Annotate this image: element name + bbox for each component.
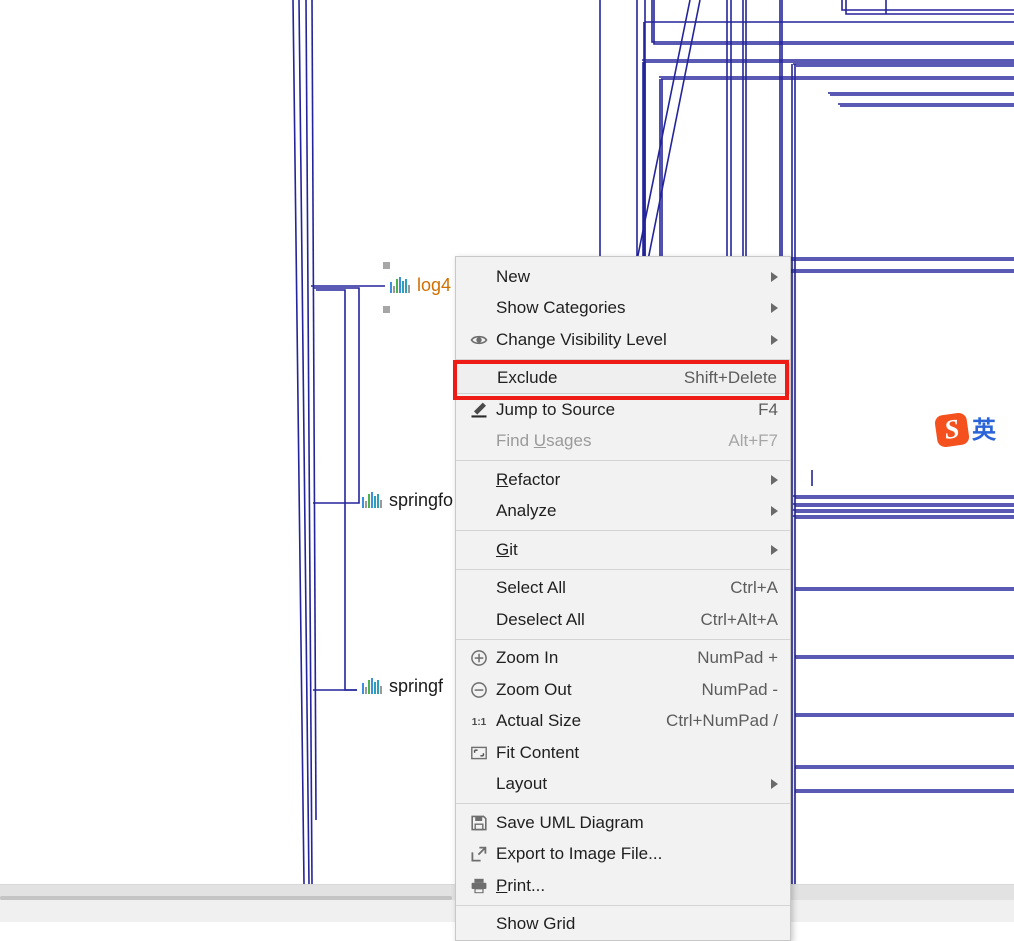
- menu-item-show-grid[interactable]: Show Grid: [456, 909, 790, 941]
- pencil-icon: [470, 401, 492, 419]
- menu-item-label: Print...: [496, 875, 546, 895]
- actual-size-icon: 1:1: [470, 712, 492, 730]
- zoom-in-icon: [470, 649, 492, 667]
- menu-item-shortcut: Ctrl+A: [730, 578, 778, 598]
- selection-handle[interactable]: [383, 262, 390, 269]
- menu-item-select-all[interactable]: Select All Ctrl+A: [456, 573, 790, 605]
- export-icon: [470, 845, 492, 863]
- diagram-node-label: log4: [417, 275, 452, 295]
- menu-item-label: Jump to Source: [496, 399, 616, 419]
- diagram-node-log4[interactable]: log4: [390, 276, 451, 294]
- menu-item-shortcut: Ctrl+NumPad /: [666, 711, 778, 731]
- menu-item-zoom-out[interactable]: Zoom Out NumPad -: [456, 674, 790, 706]
- menu-item-new[interactable]: New: [456, 261, 790, 293]
- module-bars-icon: [362, 678, 382, 694]
- menu-item-label: Actual Size: [496, 711, 582, 731]
- menu-item-show-categories[interactable]: Show Categories: [456, 293, 790, 325]
- menu-separator: [456, 460, 790, 461]
- menu-item-deselect-all[interactable]: Deselect All Ctrl+Alt+A: [456, 604, 790, 636]
- menu-item-layout[interactable]: Layout: [456, 769, 790, 801]
- menu-item-label: Exclude: [497, 368, 558, 388]
- menu-item-label: Save UML Diagram: [496, 812, 644, 832]
- diagram-node-label: springf: [389, 676, 444, 696]
- menu-item-export-to-image-file[interactable]: Export to Image File...: [456, 839, 790, 871]
- menu-item-actual-size[interactable]: 1:1 Actual Size Ctrl+NumPad /: [456, 706, 790, 738]
- menu-separator: [456, 638, 790, 640]
- menu-separator: [456, 358, 790, 360]
- menu-item-label: Fit Content: [496, 742, 580, 762]
- menu-item-zoom-in[interactable]: Zoom In NumPad +: [456, 643, 790, 675]
- submenu-arrow-icon: [771, 303, 778, 314]
- menu-separator: [456, 904, 790, 906]
- menu-item-shortcut: F4: [758, 399, 778, 419]
- menu-separator: [456, 530, 790, 531]
- selection-handle[interactable]: [383, 306, 390, 313]
- menu-item-label: Show Categories: [496, 298, 626, 318]
- menu-item-print[interactable]: Print...: [456, 870, 790, 902]
- ime-mode-label[interactable]: 英: [972, 415, 996, 445]
- menu-item-label: Find Usages: [496, 431, 592, 451]
- sogou-logo-icon: S: [933, 411, 971, 449]
- submenu-arrow-icon: [771, 544, 778, 555]
- module-bars-icon: [390, 277, 410, 293]
- diagram-node-springf[interactable]: springf: [362, 677, 443, 695]
- menu-item-label: Zoom In: [496, 648, 559, 668]
- menu-item-change-visibility-level[interactable]: Change Visibility Level: [456, 324, 790, 356]
- module-bars-icon: [362, 492, 382, 508]
- menu-item-label: Show Grid: [496, 914, 576, 934]
- menu-separator: [456, 803, 790, 804]
- svg-text:1:1: 1:1: [472, 717, 487, 728]
- diagram-node-springfo[interactable]: springfo: [362, 491, 453, 509]
- submenu-arrow-icon: [771, 779, 778, 790]
- menu-item-refactor[interactable]: Refactor: [456, 464, 790, 496]
- menu-item-label: Zoom Out: [496, 679, 572, 699]
- menu-item-label: New: [496, 266, 531, 286]
- menu-item-label: Deselect All: [496, 609, 585, 629]
- menu-item-save-uml-diagram[interactable]: Save UML Diagram: [456, 807, 790, 839]
- menu-item-label: Export to Image File...: [496, 844, 663, 864]
- submenu-arrow-icon: [771, 271, 778, 282]
- zoom-out-icon: [470, 681, 492, 699]
- menu-item-label: Layout: [496, 774, 548, 794]
- menu-item-jump-to-source[interactable]: Jump to Source F4: [456, 394, 790, 426]
- ime-indicator[interactable]: S 英: [933, 411, 996, 449]
- eye-icon: [470, 331, 492, 349]
- menu-item-label: Analyze: [496, 501, 557, 521]
- menu-item-label: Refactor: [496, 469, 561, 489]
- save-icon: [470, 814, 492, 832]
- menu-item-analyze[interactable]: Analyze: [456, 496, 790, 528]
- menu-item-shortcut: NumPad -: [701, 679, 778, 699]
- menu-separator: [456, 568, 790, 570]
- menu-item-exclude[interactable]: Exclude Shift+Delete: [453, 359, 790, 400]
- menu-item-git[interactable]: Git: [456, 534, 790, 566]
- menu-item-shortcut: NumPad +: [697, 648, 778, 668]
- menu-item-shortcut: Shift+Delete: [683, 368, 777, 388]
- menu-item-label: Select All: [496, 578, 566, 598]
- printer-icon: [470, 877, 492, 895]
- submenu-arrow-icon: [771, 506, 778, 517]
- diagram-node-label: springfo: [389, 490, 454, 510]
- submenu-arrow-icon: [771, 334, 778, 345]
- menu-item-shortcut: Alt+F7: [728, 431, 778, 451]
- menu-item-fit-content[interactable]: Fit Content: [456, 737, 790, 769]
- menu-item-find-usages: Find Usages Alt+F7: [456, 426, 790, 458]
- fit-content-icon: [470, 744, 492, 762]
- submenu-arrow-icon: [771, 474, 778, 485]
- menu-item-shortcut: Ctrl+Alt+A: [700, 609, 778, 629]
- context-menu[interactable]: New Show Categories Change Visibility Leve…: [453, 256, 791, 941]
- menu-item-label: Change Visibility Level: [496, 329, 667, 349]
- menu-item-label: Git: [496, 539, 518, 559]
